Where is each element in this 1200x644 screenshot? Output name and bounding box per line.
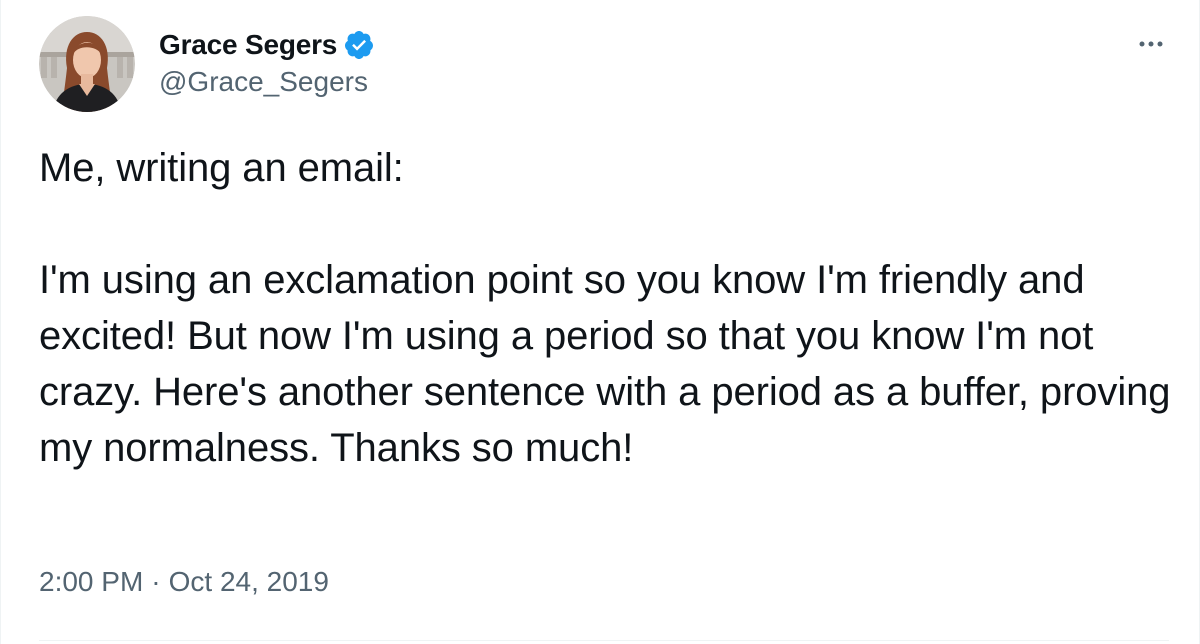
avatar[interactable] xyxy=(39,16,135,112)
name-row: Grace Segers xyxy=(159,26,375,64)
tweet-time-link[interactable]: 2:00 PM xyxy=(39,566,143,598)
user-handle[interactable]: @Grace_Segers xyxy=(159,66,375,98)
tweet-date-link[interactable]: Oct 24, 2019 xyxy=(169,566,329,598)
tweet-header: Grace Segers @Grace_Segers xyxy=(39,16,375,112)
tweet-timestamp: 2:00 PM · Oct 24, 2019 xyxy=(39,566,329,598)
meta-separator: · xyxy=(151,566,161,597)
verified-badge-icon xyxy=(343,29,375,61)
tweet-card: Grace Segers @Grace_Segers Me, writing a… xyxy=(0,0,1200,644)
tweet-text: Me, writing an email: I'm using an excla… xyxy=(39,146,1171,470)
more-horizontal-icon[interactable] xyxy=(1133,26,1169,62)
display-name[interactable]: Grace Segers xyxy=(159,29,337,61)
author-info: Grace Segers @Grace_Segers xyxy=(159,26,375,98)
divider xyxy=(39,640,1169,641)
